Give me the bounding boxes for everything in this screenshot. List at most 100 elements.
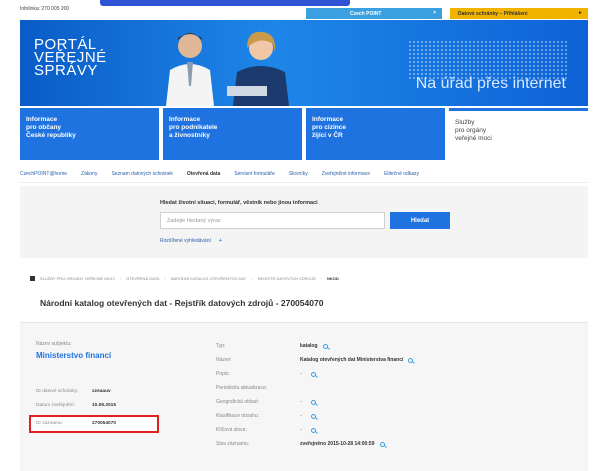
tile-entrepreneurs[interactable]: Informace pro podnikatele a živnostníky bbox=[163, 108, 302, 160]
breadcrumb-separator: › bbox=[119, 276, 122, 281]
empty-value-dash: - bbox=[300, 399, 302, 405]
pin-icon bbox=[30, 276, 35, 281]
tile-line: veřejné moci bbox=[455, 135, 492, 142]
breadcrumb-current: NKOD bbox=[327, 276, 339, 281]
subject-label: Název subjektu: bbox=[36, 341, 72, 347]
publish-date-label: Datum zveřejnění: bbox=[36, 403, 75, 408]
czechpoint-label: Czech POINT bbox=[350, 10, 382, 17]
logo-line: SPRÁVY bbox=[34, 62, 98, 79]
attribute-label: Název: bbox=[216, 357, 232, 363]
tile-line: Služby bbox=[455, 119, 475, 126]
man-photo bbox=[166, 33, 214, 106]
attribute-label: Klasifikace obsahu: bbox=[216, 413, 260, 419]
breadcrumb-separator: › bbox=[251, 276, 253, 281]
search-section: Hledat životní situaci, formulář, věstní… bbox=[20, 186, 588, 258]
attribute-label: Periodicita aktualizace: bbox=[216, 385, 268, 391]
breadcrumb: Služby pro orgány veřejné moci › Otevřen… bbox=[30, 276, 339, 281]
record-detail: Název subjektu: Ministerstvo financí ID … bbox=[20, 322, 588, 471]
publish-date-value: 10.06.2015 bbox=[92, 403, 117, 408]
close-icon[interactable]: × bbox=[433, 10, 436, 16]
attribute-row: Popis: - bbox=[216, 367, 576, 381]
data-box-id: ID datové schránky: xzeaauv bbox=[36, 389, 111, 394]
main-nav: CzechPOINT@home Zákony Seznam datových s… bbox=[20, 165, 588, 183]
tile-line: Informace bbox=[169, 116, 201, 123]
tile-line: pro podnikatele bbox=[169, 124, 218, 131]
breadcrumb-item[interactable]: Národní katalog otevřených dat bbox=[171, 276, 247, 281]
breadcrumb-separator: › bbox=[164, 276, 166, 281]
breadcrumb-item[interactable]: Služby pro orgány veřejné moci bbox=[40, 276, 115, 281]
search-icon[interactable] bbox=[310, 399, 316, 405]
record-id: ID záznamu: 270054070 bbox=[36, 421, 116, 426]
tile-line: pro cizince bbox=[312, 124, 346, 131]
breadcrumb-item[interactable]: Otevřená data bbox=[126, 276, 159, 281]
nav-dictionaries[interactable]: Slovníky bbox=[289, 171, 308, 177]
data-box-id-value: xzeaauv bbox=[92, 389, 111, 394]
czechpoint-button[interactable]: Czech POINT × bbox=[306, 8, 442, 19]
nav-laws[interactable]: Zákony bbox=[81, 171, 97, 177]
nav-data-boxes[interactable]: Seznam datových schránek bbox=[111, 171, 172, 177]
subject-name[interactable]: Ministerstvo financí bbox=[36, 351, 176, 360]
arrow-right-icon: ► bbox=[578, 10, 583, 16]
hotline-text: Infolinka: 270 005 200 bbox=[20, 6, 70, 12]
attribute-label: Klíčová slova: bbox=[216, 427, 247, 433]
nav-open-data[interactable]: Otevřená data bbox=[187, 171, 220, 177]
attribute-row: Geografická oblast: - bbox=[216, 395, 576, 409]
attribute-row: Klasifikace obsahu: - bbox=[216, 409, 576, 423]
attribute-label: Typ: bbox=[216, 343, 226, 349]
tile-line: Informace bbox=[26, 116, 58, 123]
page-title: Národní katalog otevřených dat - Rejstří… bbox=[40, 298, 324, 308]
attribute-label: Popis: bbox=[216, 371, 230, 377]
header-banner: PORTÁL VEŘEJNÉ SPRÁVY Na úřad přes inter… bbox=[20, 20, 588, 106]
search-icon[interactable] bbox=[310, 371, 316, 377]
search-title: Hledat životní situaci, formulář, věstní… bbox=[160, 200, 318, 206]
breadcrumb-item[interactable]: Registr datových zdrojů bbox=[258, 276, 316, 281]
portal-logo[interactable]: PORTÁL VEŘEJNÉ SPRÁVY bbox=[34, 37, 107, 79]
advanced-search-label: Rozšířené vyhledávání bbox=[160, 238, 211, 244]
breadcrumb-separator: › bbox=[320, 276, 322, 281]
search-icon[interactable] bbox=[379, 441, 385, 447]
search-icon[interactable] bbox=[310, 413, 316, 419]
attribute-row: Periodicita aktualizace: bbox=[216, 381, 576, 395]
annotation-mark bbox=[100, 0, 350, 6]
nav-published-info[interactable]: Zveřejněné informace bbox=[322, 171, 370, 177]
tile-line: pro občany bbox=[26, 124, 62, 131]
audience-tiles: Informace pro občany České republiky Inf… bbox=[20, 108, 588, 160]
datove-schranky-label: Datové schránky – Přihlášení bbox=[458, 10, 528, 17]
nav-forms[interactable]: Servisní formuláře bbox=[234, 171, 275, 177]
decorative-dots bbox=[408, 40, 568, 80]
datove-schranky-login-button[interactable]: Datové schránky – Přihlášení ► bbox=[450, 8, 588, 19]
search-icon[interactable] bbox=[408, 357, 414, 363]
record-id-label: ID záznamu: bbox=[36, 421, 63, 426]
search-input[interactable]: Zadejte hledaný výraz bbox=[160, 212, 385, 229]
attribute-row: Typ: katalog bbox=[216, 339, 576, 353]
subject-block: Název subjektu: Ministerstvo financí bbox=[36, 341, 176, 360]
plus-icon: + bbox=[218, 238, 222, 244]
search-button[interactable]: Hledat bbox=[390, 212, 450, 229]
nav-czechpoint-home[interactable]: CzechPOINT@home bbox=[20, 171, 67, 177]
data-box-id-label: ID datové schránky: bbox=[36, 389, 79, 394]
advanced-search-link[interactable]: Rozšířené vyhledávání + bbox=[160, 238, 222, 244]
attribute-row: Stav záznamu: zveřejněno 2015-10-28 14:00… bbox=[216, 437, 576, 451]
attribute-row: Název: Katalog otevřených dat Ministerstv… bbox=[216, 353, 576, 367]
tile-foreigners[interactable]: Informace pro cizince žijící v ČR bbox=[306, 108, 445, 160]
empty-value-dash: - bbox=[300, 371, 302, 377]
attribute-value: katalog bbox=[300, 343, 318, 349]
tile-public-authorities[interactable]: Služby pro orgány veřejné moci bbox=[449, 108, 588, 160]
attribute-label: Geografická oblast: bbox=[216, 399, 260, 405]
attribute-label: Stav záznamu: bbox=[216, 441, 250, 447]
search-icon[interactable] bbox=[310, 427, 316, 433]
publish-date: Datum zveřejnění: 10.06.2015 bbox=[36, 403, 116, 408]
attribute-row: Klíčová slova: - bbox=[216, 423, 576, 437]
empty-value-dash: - bbox=[300, 413, 302, 419]
tile-line: žijící v ČR bbox=[312, 132, 343, 139]
portal-page: Infolinka: 270 005 200 Czech POINT × Dat… bbox=[0, 0, 597, 471]
record-id-value: 270054070 bbox=[92, 421, 117, 426]
attribute-value: Katalog otevřených dat Ministerstva fina… bbox=[300, 357, 404, 363]
top-bar: Infolinka: 270 005 200 Czech POINT × Dat… bbox=[0, 0, 597, 20]
tile-line: pro orgány bbox=[455, 127, 487, 134]
attribute-value: zveřejněno 2015-10-28 14:00:59 bbox=[300, 441, 375, 447]
nav-useful-links[interactable]: Elitečné odkazy bbox=[384, 171, 419, 177]
tile-citizens[interactable]: Informace pro občany České republiky bbox=[20, 108, 159, 160]
search-icon[interactable] bbox=[322, 343, 328, 349]
woman-photo bbox=[227, 31, 289, 106]
